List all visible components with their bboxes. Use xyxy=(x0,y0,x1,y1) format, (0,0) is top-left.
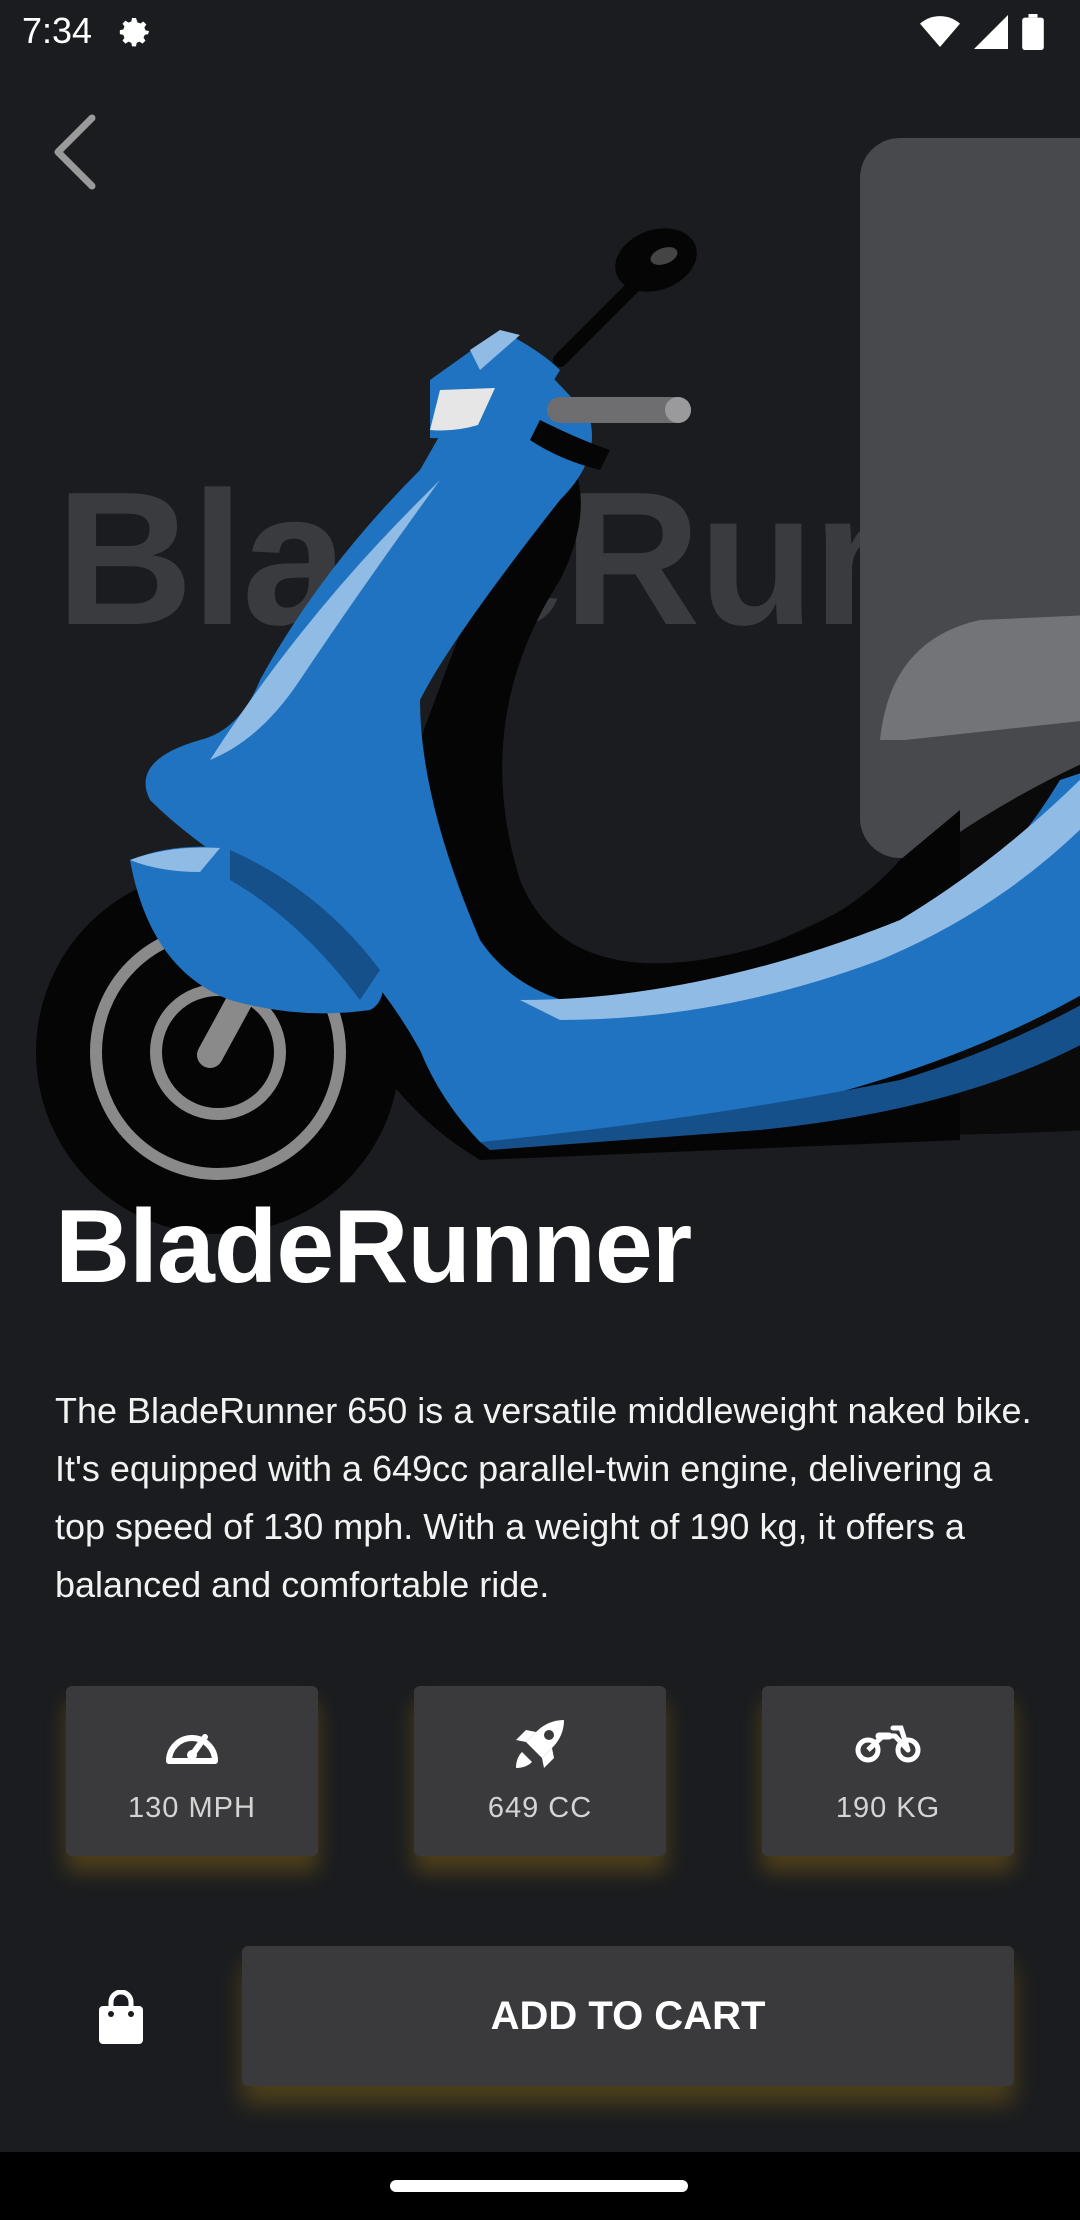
wifi-icon xyxy=(920,16,960,47)
shopping-bag-icon[interactable] xyxy=(96,1989,146,2046)
hero-image: BladeRunner xyxy=(0,120,1080,1250)
spec-card-weight: 190 KG xyxy=(762,1686,1014,1856)
scooter-illustration xyxy=(36,138,1080,1234)
speedometer-icon xyxy=(166,1734,218,1764)
spec-card-speed: 130 MPH xyxy=(66,1686,318,1856)
add-to-cart-button[interactable]: ADD TO CART xyxy=(242,1946,1014,2086)
spec-cards: 130 MPH 649 CC 190 KG xyxy=(66,1686,1014,1856)
battery-icon xyxy=(1022,14,1044,50)
rocket-icon xyxy=(516,1720,564,1768)
spec-card-engine: 649 CC xyxy=(414,1686,666,1856)
status-bar: 7:34 xyxy=(0,0,1080,66)
navigation-bar xyxy=(0,2152,1080,2220)
product-description: The BladeRunner 650 is a versatile middl… xyxy=(55,1390,1032,1605)
signal-icon xyxy=(974,15,1008,49)
motorcycle-icon xyxy=(855,1725,921,1763)
spec-label-weight: 190 KG xyxy=(835,1792,941,1824)
spec-label-speed: 130 MPH xyxy=(128,1792,256,1824)
gear-icon xyxy=(119,18,149,47)
home-indicator[interactable] xyxy=(390,2180,688,2192)
bag-icon xyxy=(99,1989,143,2044)
spec-label-engine: 649 CC xyxy=(487,1792,593,1824)
status-time: 7:34 xyxy=(22,10,93,51)
product-title: BladeRunner xyxy=(55,1189,692,1305)
